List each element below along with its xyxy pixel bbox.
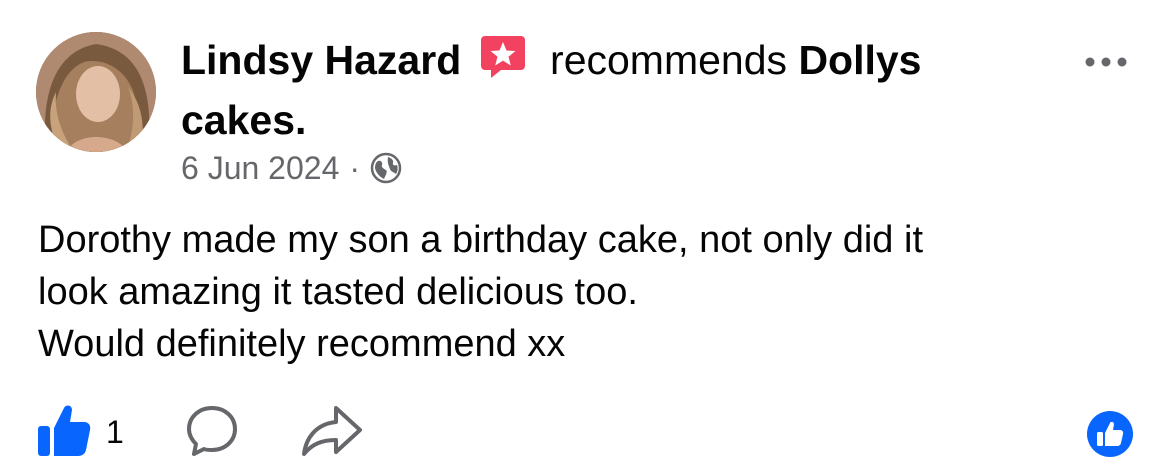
share-button[interactable]	[300, 402, 364, 463]
comment-button[interactable]	[184, 402, 240, 463]
recommend-star-icon	[479, 32, 527, 80]
meta-separator: ·	[349, 150, 361, 186]
comment-icon	[184, 402, 240, 463]
post-line: look amazing it tasted delicious too.	[38, 271, 638, 313]
thumbs-up-icon	[36, 402, 92, 463]
globe-icon	[370, 152, 402, 184]
post-header: Lindsy Hazard recommends Dollys cakes.	[181, 30, 1001, 150]
more-options-icon[interactable]	[1082, 50, 1130, 74]
like-count: 1	[106, 413, 124, 450]
recommends-text: recommends	[550, 37, 788, 83]
share-icon	[300, 402, 364, 463]
post-date[interactable]: 6 Jun 2024	[181, 148, 339, 188]
action-bar: 1	[36, 402, 364, 462]
like-button[interactable]: 1	[36, 402, 124, 463]
post-body: Dorothy made my son a birthday cake, not…	[38, 214, 1148, 370]
author-name[interactable]: Lindsy Hazard	[181, 37, 461, 83]
post-line: Would definitely recommend xx	[38, 323, 566, 365]
page-name-link-cont[interactable]: cakes.	[181, 97, 306, 143]
page-name-link[interactable]: Dollys	[798, 37, 921, 83]
avatar-photo	[36, 32, 156, 152]
post-line: Dorothy made my son a birthday cake, not…	[38, 219, 924, 261]
like-reaction-icon	[1086, 410, 1134, 458]
post-meta: 6 Jun 2024 ·	[181, 148, 402, 188]
avatar[interactable]	[36, 32, 156, 152]
